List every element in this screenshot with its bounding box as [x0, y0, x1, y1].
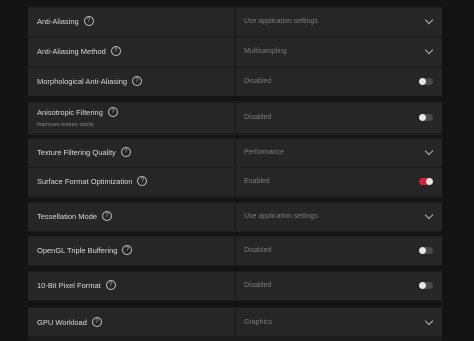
setting-label-cell: GPU Workload? [28, 308, 234, 336]
setting-row-morphological-anti-aliasing[interactable]: Morphological Anti-Aliasing? Disabled [28, 68, 442, 96]
help-icon[interactable]: ? [110, 46, 121, 57]
settings-group-tessellation: Tessellation Mode? Use application setti… [28, 202, 442, 232]
settings-group-pixel-format: 10-Bit Pixel Format? Disabled [28, 271, 442, 301]
10-bit-pixel-format-toggle[interactable] [419, 282, 433, 289]
texture-filtering-quality-dropdown[interactable]: Performance [236, 139, 442, 167]
help-icon[interactable]: ? [83, 16, 94, 27]
help-icon[interactable]: ? [102, 211, 113, 222]
toggle-knob [419, 282, 426, 289]
setting-value: Graphics [244, 319, 273, 326]
setting-value: Disabled [244, 282, 272, 289]
anti-aliasing-dropdown[interactable]: Use application settings [236, 8, 442, 36]
settings-group-antialiasing: Anti-Aliasing? Use application settings … [28, 6, 442, 96]
tessellation-mode-dropdown[interactable]: Use application settings [236, 203, 442, 231]
setting-row-anisotropic-filtering[interactable]: Anisotropic Filtering? Improves texture … [28, 103, 442, 133]
setting-label: 10-Bit Pixel Format [37, 281, 101, 290]
setting-label-cell: Tessellation Mode? [28, 203, 234, 231]
gpu-workload-dropdown[interactable]: Graphics [236, 308, 442, 336]
setting-label: Anti-Aliasing [37, 17, 79, 26]
settings-group-texture: Texture Filtering Quality? Performance S… [28, 138, 442, 198]
help-icon[interactable]: ? [122, 245, 133, 256]
help-icon[interactable]: ? [107, 107, 118, 118]
setting-row-anti-aliasing[interactable]: Anti-Aliasing? Use application settings [28, 8, 442, 36]
help-icon[interactable]: ? [132, 76, 143, 87]
toggle-knob [426, 178, 433, 185]
help-icon[interactable]: ? [120, 147, 131, 158]
setting-label: Tessellation Mode [37, 212, 98, 221]
surface-format-optimization-value-cell: Enabled [236, 168, 442, 196]
setting-label: Texture Filtering Quality [37, 148, 116, 157]
setting-label-cell: OpenGL Triple Buffering? [28, 237, 234, 265]
setting-row-texture-filtering-quality[interactable]: Texture Filtering Quality? Performance [28, 139, 442, 167]
graphics-settings-panel: Anti-Aliasing? Use application settings … [0, 0, 474, 341]
setting-sublabel: Improves texture clarity [37, 122, 94, 128]
opengl-triple-buffering-value-cell: Disabled [236, 237, 442, 265]
setting-label: GPU Workload [37, 318, 87, 327]
setting-label: OpenGL Triple Buffering [37, 246, 118, 255]
setting-label-cell: Texture Filtering Quality? [28, 139, 234, 167]
settings-group-gpu-workload: GPU Workload? Graphics [28, 307, 442, 341]
settings-group-opengl: OpenGL Triple Buffering? Disabled [28, 236, 442, 266]
setting-label-cell: Surface Format Optimization? [28, 168, 234, 196]
setting-label-cell: Anisotropic Filtering? Improves texture … [28, 103, 234, 133]
surface-format-optimization-toggle[interactable] [419, 178, 433, 185]
setting-row-anti-aliasing-method[interactable]: Anti-Aliasing Method? Multisampling [28, 38, 442, 66]
toggle-knob [419, 114, 426, 121]
opengl-triple-buffering-toggle[interactable] [419, 247, 433, 254]
setting-label: Anisotropic Filtering [37, 108, 103, 117]
setting-label-cell: 10-Bit Pixel Format? [28, 272, 234, 300]
toggle-knob [419, 247, 426, 254]
setting-row-tessellation-mode[interactable]: Tessellation Mode? Use application setti… [28, 203, 442, 231]
setting-value: Disabled [244, 78, 272, 85]
chevron-down-icon[interactable] [424, 15, 434, 25]
setting-value: Enabled [244, 178, 270, 185]
help-icon[interactable]: ? [105, 280, 116, 291]
setting-label-cell: Anti-Aliasing Method? [28, 38, 234, 66]
settings-group-anisotropic: Anisotropic Filtering? Improves texture … [28, 101, 442, 135]
setting-row-opengl-triple-buffering[interactable]: OpenGL Triple Buffering? Disabled [28, 237, 442, 265]
setting-value: Use application settings [244, 18, 318, 25]
setting-label: Surface Format Optimization [37, 177, 133, 186]
anisotropic-filtering-value-cell: Disabled [236, 103, 442, 133]
setting-label-cell: Anti-Aliasing? [28, 8, 234, 36]
setting-row-10-bit-pixel-format[interactable]: 10-Bit Pixel Format? Disabled [28, 272, 442, 300]
help-icon[interactable]: ? [91, 317, 102, 328]
setting-row-gpu-workload[interactable]: GPU Workload? Graphics [28, 308, 442, 336]
setting-label: Anti-Aliasing Method [37, 47, 106, 56]
setting-value: Disabled [244, 114, 272, 121]
chevron-down-icon[interactable] [424, 146, 434, 156]
morphological-anti-aliasing-toggle[interactable] [419, 78, 433, 85]
10-bit-pixel-format-value-cell: Disabled [236, 272, 442, 300]
setting-value: Disabled [244, 247, 272, 254]
morphological-anti-aliasing-value-cell: Disabled [236, 68, 442, 96]
setting-row-surface-format-optimization[interactable]: Surface Format Optimization? Enabled [28, 168, 442, 196]
anisotropic-filtering-toggle[interactable] [419, 114, 433, 121]
help-icon[interactable]: ? [137, 176, 148, 187]
chevron-down-icon[interactable] [424, 45, 434, 55]
anti-aliasing-method-dropdown[interactable]: Multisampling [236, 38, 442, 66]
setting-label: Morphological Anti-Aliasing [37, 77, 128, 86]
toggle-knob [419, 78, 426, 85]
setting-value: Use application settings [244, 213, 318, 220]
setting-value: Performance [244, 149, 285, 156]
chevron-down-icon[interactable] [424, 316, 434, 326]
chevron-down-icon[interactable] [424, 210, 434, 220]
setting-label-cell: Morphological Anti-Aliasing? [28, 68, 234, 96]
setting-value: Multisampling [244, 48, 287, 55]
